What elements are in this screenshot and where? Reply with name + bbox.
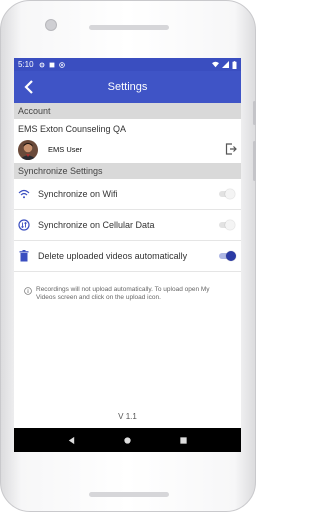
sync-wifi-toggle[interactable]: [217, 189, 235, 199]
avatar: [18, 139, 38, 160]
settings-gear-icon: [39, 62, 44, 67]
battery-icon: [232, 60, 237, 69]
trash-icon: [18, 250, 30, 262]
page-title: Settings: [107, 81, 148, 93]
sync-section-header: Synchronize Settings: [14, 163, 241, 179]
upload-info-note: Recordings will not upload automatically…: [14, 272, 241, 302]
wifi-signal-icon: [212, 61, 219, 68]
info-icon: [24, 287, 32, 295]
power-button: [253, 101, 256, 125]
user-name: EMS User: [48, 145, 83, 154]
bottom-speaker: [89, 492, 169, 497]
upload-info-text: Recordings will not upload automatically…: [36, 286, 210, 301]
sync-wifi-row[interactable]: Synchronize on Wifi: [14, 179, 241, 210]
back-arrow-icon[interactable]: [22, 79, 36, 95]
delete-uploaded-toggle[interactable]: [217, 251, 236, 261]
logout-icon[interactable]: [225, 143, 237, 155]
status-time: 5:10: [18, 60, 34, 69]
sync-cellular-row[interactable]: Synchronize on Cellular Data: [14, 210, 241, 241]
nav-back-icon[interactable]: [67, 436, 76, 445]
at-sign-icon: [58, 61, 65, 68]
account-section-header: Account: [14, 103, 241, 119]
status-bar: 5:10: [14, 58, 241, 71]
user-row: EMS User: [14, 136, 241, 163]
front-camera: [45, 19, 57, 31]
app-version: V 1.1: [118, 412, 137, 421]
nav-recents-icon[interactable]: [179, 436, 188, 445]
cell-signal-icon: [222, 61, 229, 68]
delete-uploaded-label: Delete uploaded videos automatically: [38, 251, 188, 261]
android-nav-bar: [14, 428, 241, 452]
earpiece-speaker: [89, 25, 169, 30]
wifi-icon: [18, 188, 30, 200]
cellular-data-icon: [18, 219, 30, 231]
sync-cellular-label: Synchronize on Cellular Data: [38, 220, 155, 230]
phone-frame: 5:10 Settings Account EMS Exton Counseli…: [0, 0, 256, 512]
sync-cellular-toggle[interactable]: [217, 220, 235, 230]
nav-home-icon[interactable]: [123, 436, 132, 445]
organization-name: EMS Exton Counseling QA: [18, 124, 127, 134]
volume-button: [253, 141, 256, 181]
delete-uploaded-row[interactable]: Delete uploaded videos automatically: [14, 241, 241, 272]
notification-square-icon: [49, 62, 54, 67]
app-bar: Settings: [14, 71, 241, 103]
sync-wifi-label: Synchronize on Wifi: [38, 189, 118, 199]
app-screen: 5:10 Settings Account EMS Exton Counseli…: [14, 58, 241, 452]
